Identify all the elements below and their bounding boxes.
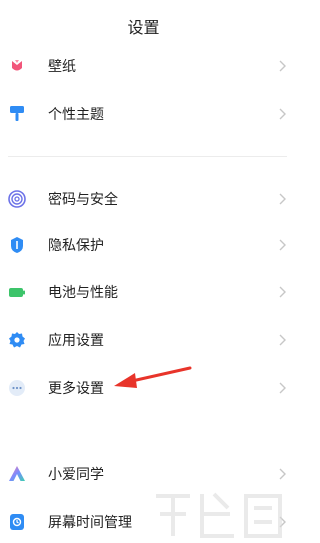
wallpaper-icon <box>12 60 22 71</box>
privacy-shield-icon <box>11 237 23 253</box>
settings-item-xiaoai[interactable]: 小爱同学 <box>0 452 287 496</box>
settings-item-screen-time[interactable]: 屏幕时间管理 <box>0 500 287 543</box>
settings-item-theme[interactable]: 个性主题 <box>0 92 287 136</box>
settings-item-label: 应用设置 <box>48 333 104 349</box>
settings-item-label: 密码与安全 <box>48 192 118 208</box>
chevron-right-icon <box>279 193 286 205</box>
settings-item-privacy[interactable]: 隐私保护 <box>0 223 287 267</box>
chevron-right-icon <box>279 334 286 346</box>
settings-item-label: 电池与性能 <box>48 285 118 301</box>
theme-brush-icon <box>10 106 24 121</box>
chevron-right-icon <box>279 468 286 480</box>
chevron-right-icon <box>279 516 286 528</box>
settings-item-battery-performance[interactable]: 电池与性能 <box>0 270 287 314</box>
chevron-right-icon <box>279 286 286 298</box>
chevron-right-icon <box>279 239 286 251</box>
section-divider <box>8 156 287 157</box>
settings-item-app-settings[interactable]: 应用设置 <box>0 318 287 362</box>
chevron-right-icon <box>279 382 286 394</box>
app-settings-gear-icon <box>9 332 25 348</box>
settings-item-label: 个性主题 <box>48 107 104 123</box>
chevron-right-icon <box>279 108 286 120</box>
settings-item-wallpaper[interactable]: 壁纸 <box>0 44 287 88</box>
page-title: 设置 <box>127 18 160 37</box>
screen-time-icon <box>10 514 24 530</box>
settings-item-label: 隐私保护 <box>48 238 104 254</box>
battery-icon <box>9 288 25 297</box>
settings-item-label: 更多设置 <box>48 381 104 397</box>
xiaoai-assistant-icon <box>9 466 25 481</box>
chevron-right-icon <box>279 60 286 72</box>
more-dots-icon <box>9 380 25 396</box>
settings-item-label: 小爱同学 <box>48 467 104 483</box>
settings-item-label: 壁纸 <box>48 59 76 75</box>
settings-item-more-settings[interactable]: 更多设置 <box>0 366 287 410</box>
settings-item-label: 屏幕时间管理 <box>48 515 132 531</box>
settings-item-password-security[interactable]: 密码与安全 <box>0 177 287 221</box>
fingerprint-icon <box>8 190 26 208</box>
